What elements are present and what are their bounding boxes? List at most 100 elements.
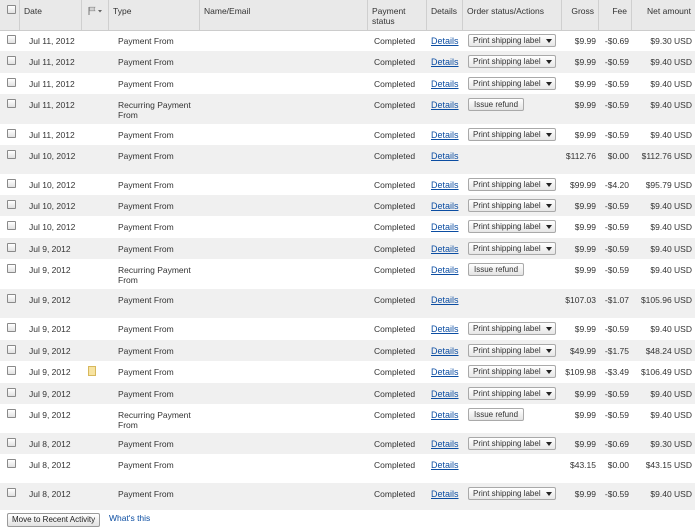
fee-cell: -$0.59 [599, 51, 632, 73]
print-shipping-label-dropdown[interactable]: Print shipping label [468, 128, 556, 141]
details-link[interactable]: Details [431, 367, 461, 377]
details-link[interactable]: Details [431, 244, 461, 254]
print-shipping-label-dropdown[interactable]: Print shipping label [468, 322, 556, 335]
row-status: Completed [374, 100, 416, 110]
row-checkbox[interactable] [7, 294, 16, 303]
row-checkbox[interactable] [7, 243, 16, 252]
print-shipping-label-dropdown[interactable]: Print shipping label [468, 487, 556, 500]
header-name[interactable]: Name/Email [200, 0, 368, 30]
details-link[interactable]: Details [431, 346, 461, 356]
row-gross: $9.99 [574, 439, 596, 449]
details-link[interactable]: Details [431, 36, 461, 46]
print-shipping-label-dropdown[interactable]: Print shipping label [468, 437, 556, 450]
print-shipping-label-dropdown[interactable]: Print shipping label [468, 344, 556, 357]
header-net[interactable]: Net amount [632, 0, 695, 30]
action-cell [463, 454, 562, 483]
flag-cell [82, 361, 109, 383]
table-row: Jul 9, 2012 Payment From Completed Details $… [0, 289, 695, 318]
details-link[interactable]: Details [431, 180, 461, 190]
row-date: Jul 10, 2012 [29, 201, 76, 211]
table-header: Date Type Name/Email Payment status Deta… [0, 0, 695, 31]
details-link[interactable]: Details [431, 201, 461, 211]
details-cell: Details [427, 124, 463, 145]
header-fee[interactable]: Fee [599, 0, 632, 30]
move-to-recent-activity-button[interactable]: Move to Recent Activity [7, 513, 101, 527]
whats-this-link[interactable]: What's this [109, 513, 150, 523]
header-status[interactable]: Payment status [368, 0, 427, 30]
details-link[interactable]: Details [431, 265, 461, 275]
row-checkbox[interactable] [7, 179, 16, 188]
row-fee: -$0.59 [604, 222, 629, 232]
issue-refund-button[interactable]: Issue refund [468, 408, 525, 421]
note-icon[interactable] [88, 366, 96, 376]
details-link[interactable]: Details [431, 130, 461, 140]
row-gross: $99.99 [570, 180, 596, 190]
header-type[interactable]: Type [109, 0, 200, 30]
details-link[interactable]: Details [431, 439, 461, 449]
details-link[interactable]: Details [431, 295, 461, 305]
print-shipping-label-dropdown[interactable]: Print shipping label [468, 55, 556, 68]
row-net: $9.30 USD [650, 439, 692, 449]
row-checkbox[interactable] [7, 129, 16, 138]
print-shipping-label-dropdown[interactable]: Print shipping label [468, 178, 556, 191]
checkbox-cell [0, 318, 20, 340]
details-link[interactable]: Details [431, 57, 461, 67]
print-shipping-label-dropdown[interactable]: Print shipping label [468, 365, 556, 378]
print-shipping-label-dropdown[interactable]: Print shipping label [468, 242, 556, 255]
gross-cell: $49.99 [562, 340, 599, 361]
row-checkbox[interactable] [7, 459, 16, 468]
details-link[interactable]: Details [431, 100, 461, 110]
row-checkbox[interactable] [7, 345, 16, 354]
date-cell: Jul 8, 2012 [20, 483, 82, 510]
issue-refund-button[interactable]: Issue refund [468, 263, 525, 276]
row-checkbox[interactable] [7, 35, 16, 44]
select-all-checkbox[interactable] [7, 5, 16, 14]
name-cell [200, 340, 368, 361]
row-net: $9.40 USD [650, 410, 692, 420]
row-checkbox[interactable] [7, 221, 16, 230]
header-status-label: Payment status [372, 6, 406, 26]
row-checkbox[interactable] [7, 438, 16, 447]
row-checkbox[interactable] [7, 488, 16, 497]
chevron-down-icon [546, 327, 552, 331]
row-checkbox[interactable] [7, 409, 16, 418]
row-checkbox[interactable] [7, 366, 16, 375]
row-checkbox[interactable] [7, 150, 16, 159]
name-cell [200, 361, 368, 383]
details-link[interactable]: Details [431, 151, 461, 161]
status-cell: Completed [368, 318, 427, 340]
row-checkbox[interactable] [7, 200, 16, 209]
row-gross: $9.99 [574, 222, 596, 232]
row-checkbox[interactable] [7, 99, 16, 108]
details-link-label: Details [431, 100, 459, 110]
details-link[interactable]: Details [431, 222, 461, 232]
row-checkbox[interactable] [7, 78, 16, 87]
row-date: Jul 9, 2012 [29, 410, 71, 420]
print-shipping-label-dropdown[interactable]: Print shipping label [468, 220, 556, 233]
row-checkbox[interactable] [7, 388, 16, 397]
row-checkbox[interactable] [7, 264, 16, 273]
row-net: $9.40 USD [650, 100, 692, 110]
flag-cell [82, 124, 109, 145]
details-link[interactable]: Details [431, 389, 461, 399]
details-link[interactable]: Details [431, 410, 461, 420]
name-cell [200, 30, 368, 51]
print-shipping-label-dropdown[interactable]: Print shipping label [468, 34, 556, 47]
row-checkbox[interactable] [7, 323, 16, 332]
status-cell: Completed [368, 145, 427, 174]
row-status: Completed [374, 489, 416, 499]
print-shipping-label-dropdown[interactable]: Print shipping label [468, 387, 556, 400]
details-link-label: Details [431, 389, 459, 399]
row-checkbox[interactable] [7, 56, 16, 65]
header-date[interactable]: Date [20, 0, 82, 30]
header-gross-label: Gross [571, 6, 594, 16]
header-gross[interactable]: Gross [562, 0, 599, 30]
issue-refund-button[interactable]: Issue refund [468, 98, 525, 111]
details-link[interactable]: Details [431, 460, 461, 470]
details-link[interactable]: Details [431, 489, 461, 499]
header-flag-filter[interactable] [82, 0, 109, 30]
print-shipping-label-dropdown[interactable]: Print shipping label [468, 77, 556, 90]
details-link[interactable]: Details [431, 324, 461, 334]
details-link[interactable]: Details [431, 79, 461, 89]
print-shipping-label-dropdown[interactable]: Print shipping label [468, 199, 556, 212]
